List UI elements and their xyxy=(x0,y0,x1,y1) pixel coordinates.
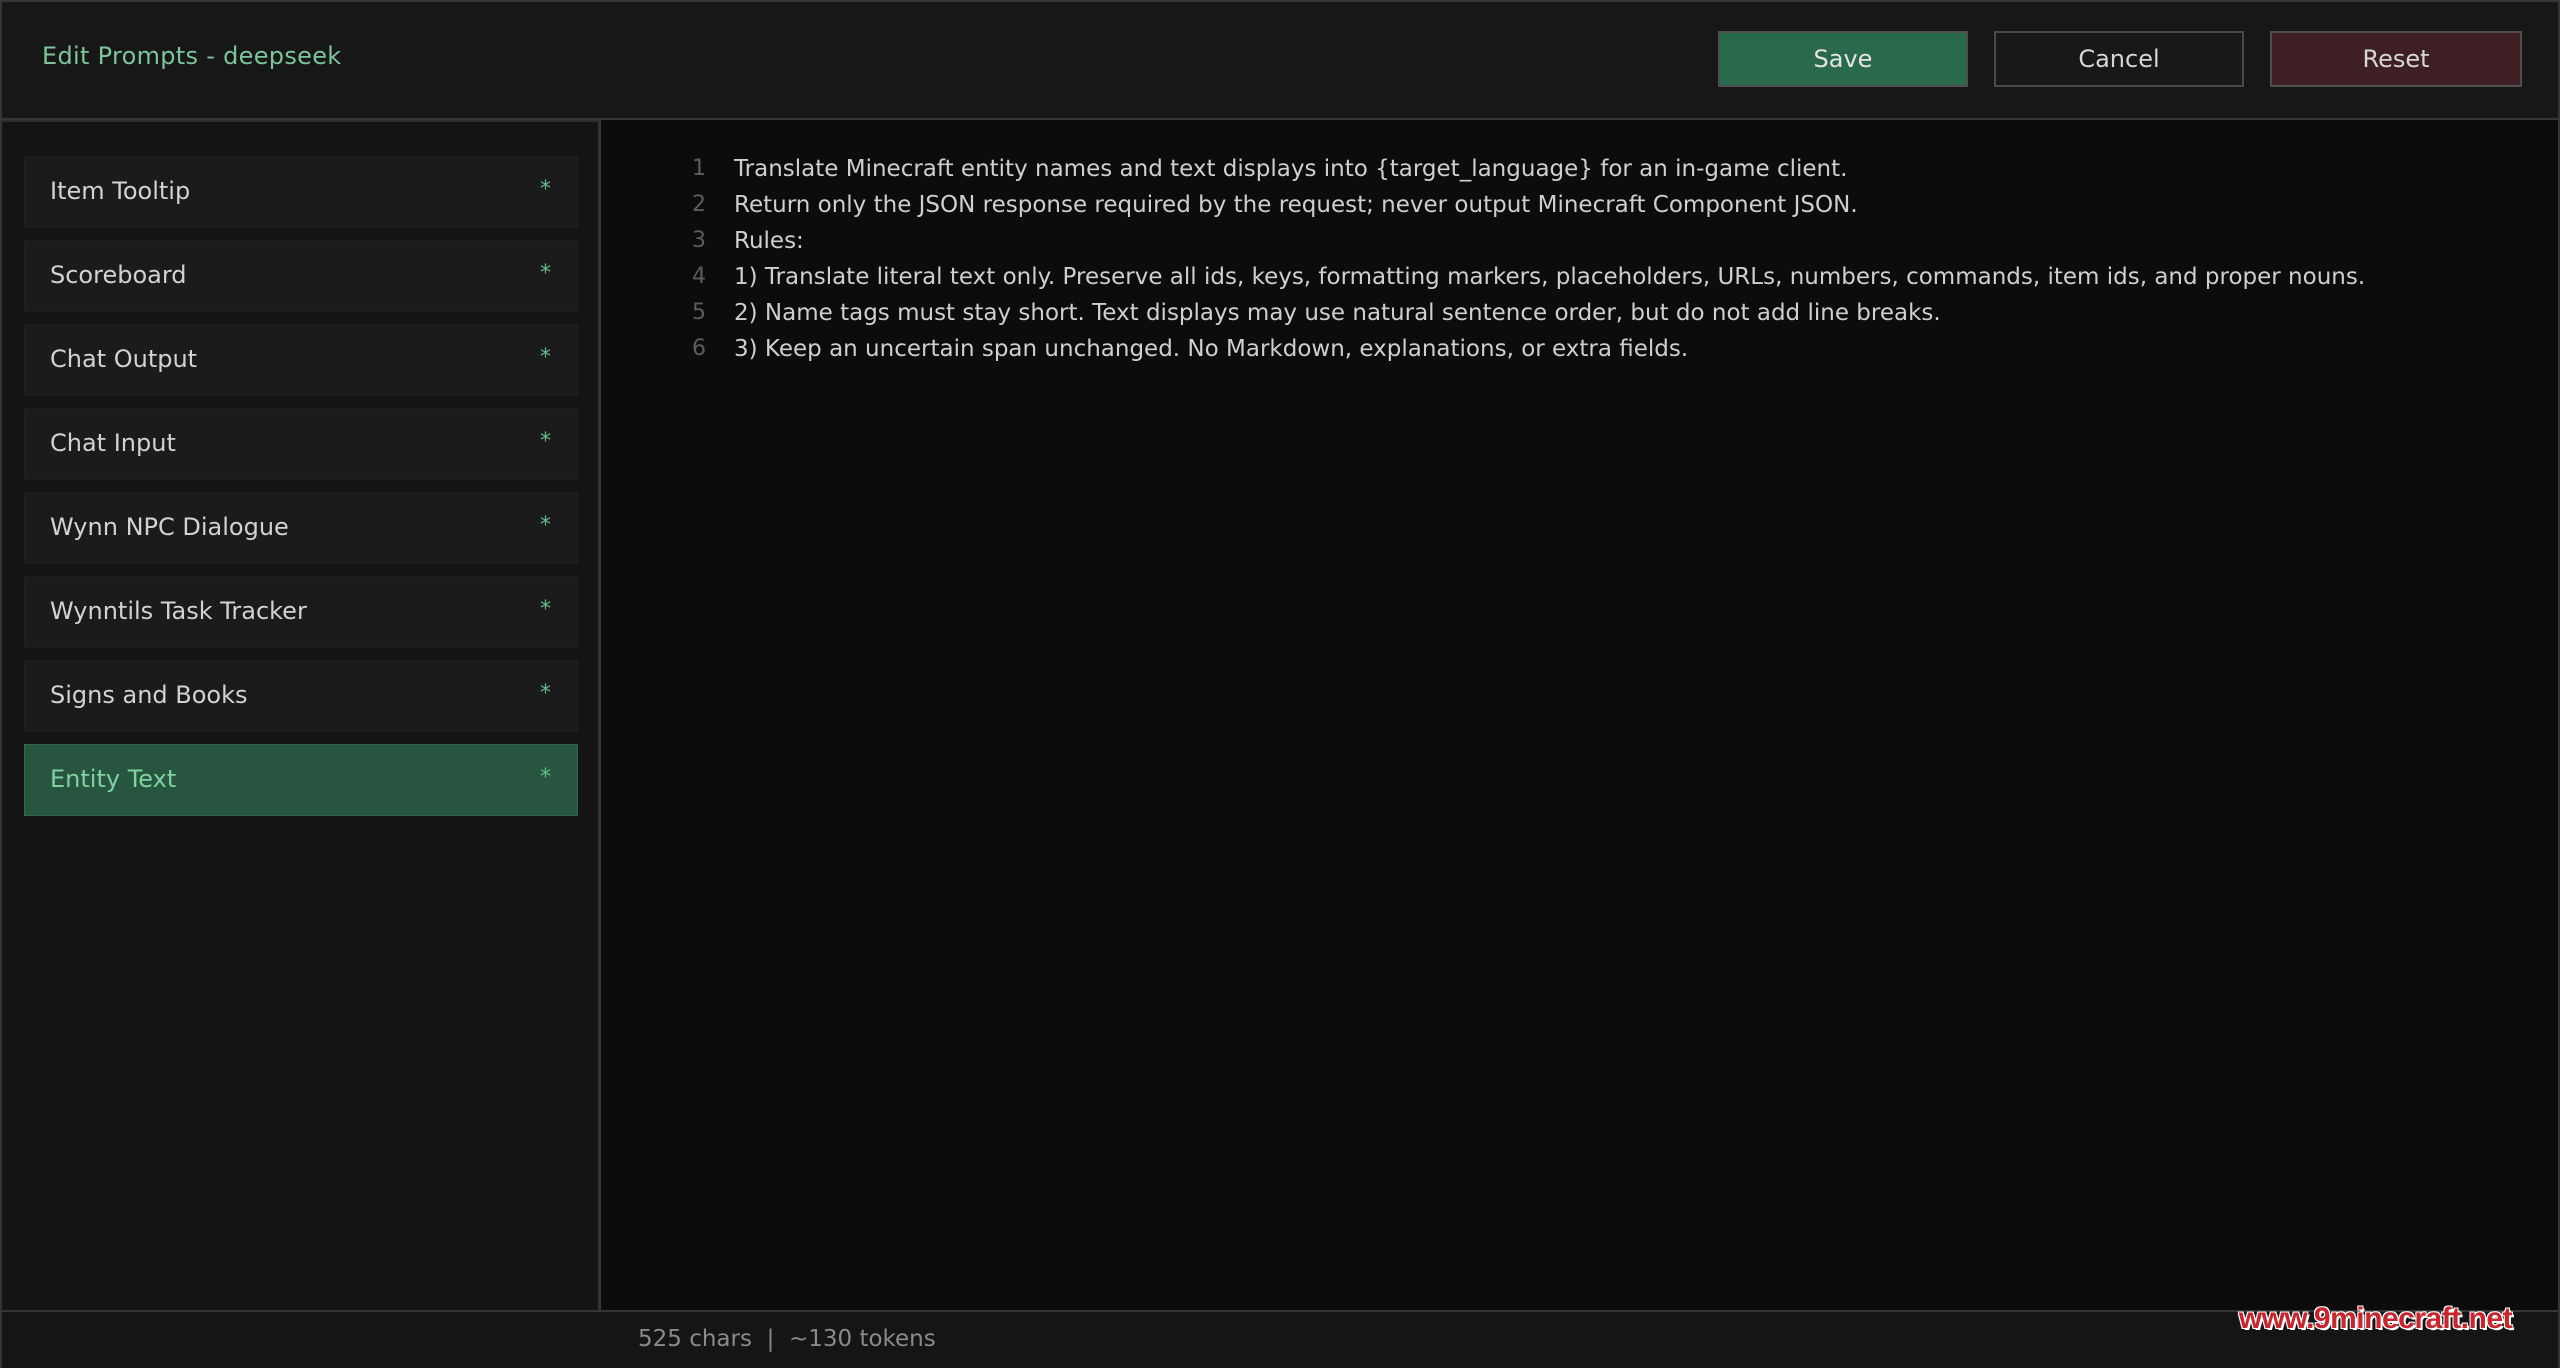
line-number: 4 xyxy=(692,264,706,289)
sidebar-item-label: Wynntils Task Tracker xyxy=(50,597,307,625)
prompt-editor-window: Edit Prompts - deepseek Save Cancel Rese… xyxy=(0,0,2560,1368)
cancel-button[interactable]: Cancel xyxy=(1994,31,2244,87)
header-bar: Edit Prompts - deepseek Save Cancel Rese… xyxy=(2,2,2558,120)
line-number: 3 xyxy=(692,228,706,253)
save-button[interactable]: Save xyxy=(1718,31,1968,87)
editor-line[interactable]: 4 1) Translate literal text only. Preser… xyxy=(601,258,2558,294)
sidebar-item-signs-and-books[interactable]: Signs and Books * xyxy=(24,660,578,732)
sidebar-item-label: Entity Text xyxy=(50,765,177,793)
sidebar-item-entity-text[interactable]: Entity Text * xyxy=(24,744,578,816)
line-text[interactable]: Rules: xyxy=(734,228,804,254)
editor-line[interactable]: 3 Rules: xyxy=(601,222,2558,258)
char-token-count: 525 chars | ~130 tokens xyxy=(638,1326,936,1352)
sidebar-item-wynn-npc-dialogue[interactable]: Wynn NPC Dialogue * xyxy=(24,492,578,564)
modified-marker: * xyxy=(540,261,551,286)
line-text[interactable]: Translate Minecraft entity names and tex… xyxy=(734,156,1847,182)
line-number: 6 xyxy=(692,336,706,361)
sidebar-item-scoreboard[interactable]: Scoreboard * xyxy=(24,240,578,312)
line-text[interactable]: 3) Keep an uncertain span unchanged. No … xyxy=(734,336,1688,362)
modified-marker: * xyxy=(540,177,551,202)
watermark-logo: www.9minecraft.net xyxy=(2238,1302,2513,1335)
line-text[interactable]: 2) Name tags must stay short. Text displ… xyxy=(734,300,1941,326)
sidebar-item-label: Chat Output xyxy=(50,345,198,373)
modified-marker: * xyxy=(540,765,551,790)
line-text[interactable]: 1) Translate literal text only. Preserve… xyxy=(734,264,2365,290)
editor-line[interactable]: 5 2) Name tags must stay short. Text dis… xyxy=(601,294,2558,330)
modified-marker: * xyxy=(540,681,551,706)
modified-marker: * xyxy=(540,429,551,454)
sidebar-item-label: Chat Input xyxy=(50,429,176,457)
editor-line[interactable]: 6 3) Keep an uncertain span unchanged. N… xyxy=(601,330,2558,366)
line-number: 5 xyxy=(692,300,706,325)
status-bar: 525 chars | ~130 tokens xyxy=(2,1310,2558,1368)
sidebar-item-chat-input[interactable]: Chat Input * xyxy=(24,408,578,480)
sidebar-item-label: Item Tooltip xyxy=(50,177,191,205)
line-text[interactable]: Return only the JSON response required b… xyxy=(734,192,1858,218)
editor-line[interactable]: 1 Translate Minecraft entity names and t… xyxy=(601,150,2558,186)
reset-button[interactable]: Reset xyxy=(2270,31,2522,87)
sidebar-item-chat-output[interactable]: Chat Output * xyxy=(24,324,578,396)
sidebar-item-label: Scoreboard xyxy=(50,261,187,289)
sidebar-item-wynntils-task-tracker[interactable]: Wynntils Task Tracker * xyxy=(24,576,578,648)
modified-marker: * xyxy=(540,597,551,622)
line-number: 2 xyxy=(692,192,706,217)
line-number: 1 xyxy=(692,156,706,181)
editor-line[interactable]: 2 Return only the JSON response required… xyxy=(601,186,2558,222)
sidebar-item-label: Wynn NPC Dialogue xyxy=(50,513,289,541)
modified-marker: * xyxy=(540,345,551,370)
window-title: Edit Prompts - deepseek xyxy=(42,42,342,70)
prompt-text-editor[interactable]: 1 Translate Minecraft entity names and t… xyxy=(601,120,2558,1310)
sidebar-item-item-tooltip[interactable]: Item Tooltip * xyxy=(24,156,578,228)
modified-marker: * xyxy=(540,513,551,538)
sidebar-item-label: Signs and Books xyxy=(50,681,248,709)
prompt-list-sidebar: Item Tooltip * Scoreboard * Chat Output … xyxy=(2,120,601,1312)
